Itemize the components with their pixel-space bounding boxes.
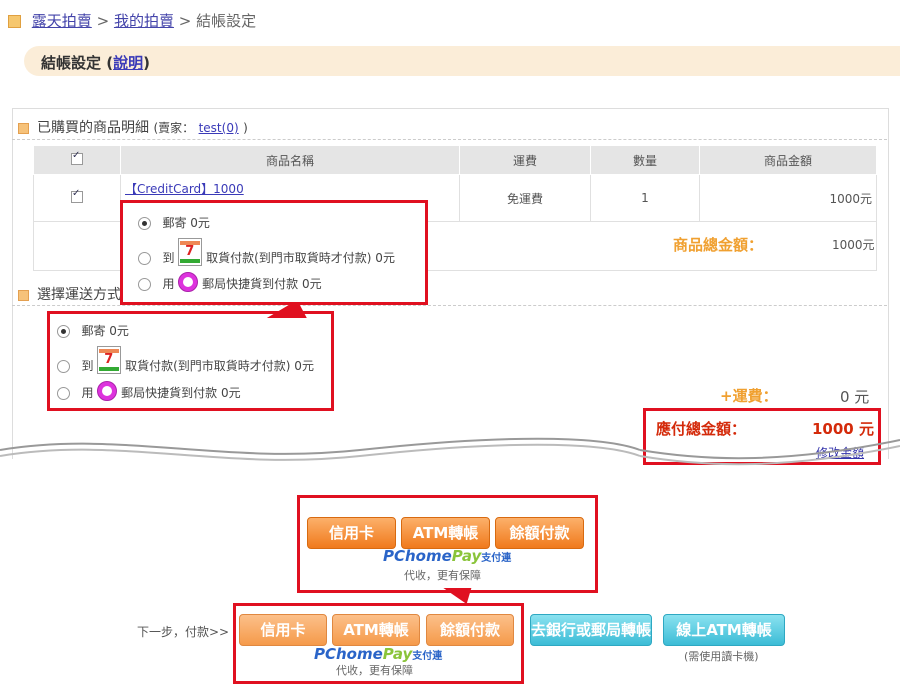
section-bullet-icon — [18, 122, 29, 134]
card-reader-note: (需使用讀卡機) — [684, 650, 759, 663]
atm-transfer-button[interactable]: ATM轉帳 — [332, 614, 420, 646]
online-atm-button[interactable]: 線上ATM轉帳 — [663, 614, 785, 646]
item-checkbox[interactable] — [71, 188, 83, 203]
help-link[interactable]: 說明 — [113, 54, 143, 72]
shipping-heading: 選擇運送方式 — [18, 284, 121, 304]
column-header: 商品金額 — [699, 145, 877, 175]
seller-link[interactable]: test(0) — [199, 121, 239, 135]
callout-radio-711 — [138, 252, 151, 265]
page-title: 結帳設定 (說明) — [41, 54, 150, 72]
balance-payment-button[interactable]: 餘額付款 — [426, 614, 514, 646]
subtotal-label: 商品總金額： — [673, 236, 764, 254]
callout-atm-button: ATM轉帳 — [401, 517, 490, 549]
subtotal-value: 1000元 — [832, 238, 875, 252]
callout-option-post: 用 郵局快捷貨到付款 0元 — [138, 272, 322, 292]
divider — [12, 139, 887, 140]
breadcrumb-current: 結帳設定 — [196, 12, 257, 30]
column-header: 運費 — [459, 145, 591, 175]
purchased-items-heading: 已購買的商品明細 (賣家： test(0) ) — [18, 117, 248, 137]
callout-radio-post — [138, 278, 151, 291]
pchome-pay-logo: PChomePay支付連 — [383, 547, 512, 565]
bank-post-transfer-button[interactable]: 去銀行或郵局轉帳 — [530, 614, 652, 646]
callout-radio-mail — [138, 217, 151, 230]
breadcrumb: 露天拍賣 > 我的拍賣 > 結帳設定 — [8, 10, 256, 31]
post-office-icon — [97, 381, 118, 401]
section-bullet-icon — [18, 289, 29, 301]
page-title-bar: 結帳設定 (說明) — [24, 46, 900, 76]
column-header: 數量 — [590, 145, 700, 175]
pchome-guarantee-text: 代收，更有保障 — [404, 569, 481, 582]
radio-post[interactable] — [57, 387, 70, 400]
column-header: 商品名稱 — [120, 145, 460, 175]
breadcrumb-root-link[interactable]: 露天拍賣 — [32, 12, 92, 30]
callout-credit-card-button: 信用卡 — [307, 517, 396, 549]
shipping-option-711[interactable]: 到 7 取貨付款(到門市取貨時才付款) 0元 — [57, 346, 314, 374]
callout-balance-button: 餘額付款 — [495, 517, 584, 549]
pchome-pay-logo: PChomePay支付連 — [314, 645, 443, 663]
pchome-guarantee-text: 代收，更有保障 — [336, 664, 413, 677]
radio-mail[interactable] — [57, 325, 70, 338]
callout-option-711: 到 7 取貨付款(到門市取貨時才付款) 0元 — [138, 238, 395, 266]
select-all-checkbox[interactable] — [71, 150, 83, 165]
credit-card-button[interactable]: 信用卡 — [239, 614, 327, 646]
seven-eleven-icon: 7 — [178, 238, 203, 266]
callout-option-mail: 郵寄 0元 — [138, 214, 210, 231]
shipping-option-mail[interactable]: 郵寄 0元 — [57, 322, 129, 339]
breadcrumb-bullet-icon — [8, 15, 21, 28]
shipping-fee-value: 0 元 — [840, 388, 870, 406]
table-header-row: 商品名稱 運費 數量 商品金額 — [33, 145, 877, 175]
next-step-label: 下一步，付款>> — [137, 625, 230, 639]
radio-711[interactable] — [57, 360, 70, 373]
divider — [12, 305, 887, 306]
post-office-icon — [178, 272, 199, 292]
seven-eleven-icon: 7 — [97, 346, 122, 374]
torn-edge-divider — [0, 437, 900, 466]
shipping-option-post[interactable]: 用 郵局快捷貨到付款 0元 — [57, 381, 241, 401]
shipping-fee-label: +運費： — [720, 387, 778, 405]
item-name-link[interactable]: 【CreditCard】1000 — [125, 182, 244, 196]
breadcrumb-my-auction-link[interactable]: 我的拍賣 — [114, 12, 174, 30]
